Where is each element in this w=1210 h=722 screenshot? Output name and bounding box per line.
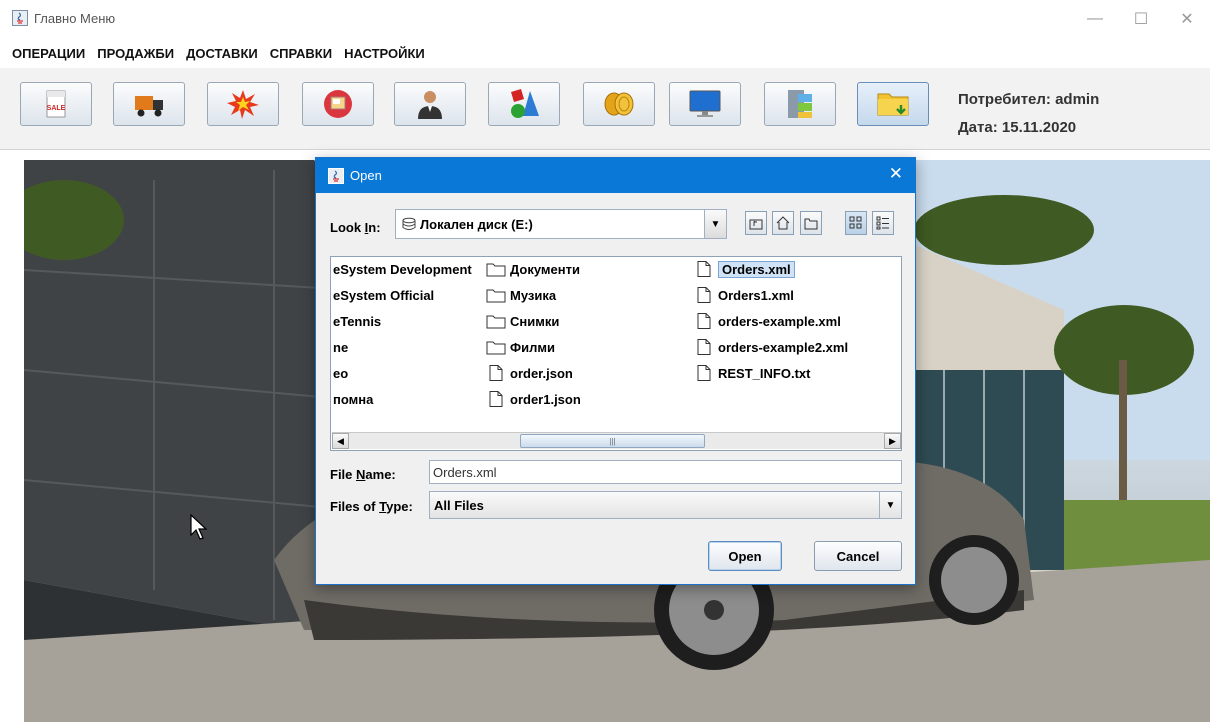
list-view-button[interactable] — [845, 211, 867, 235]
details-view-icon — [876, 216, 889, 230]
toolbar-explosion-button[interactable] — [207, 82, 279, 126]
file-icon — [697, 313, 711, 329]
list-item[interactable]: Orders1.xml — [694, 284, 794, 306]
look-in-value: Локален диск (E:) — [420, 216, 533, 232]
toolbar-monitor-button[interactable] — [669, 82, 741, 126]
toolbar-user-button[interactable] — [394, 82, 466, 126]
file-list[interactable]: eSystem Development eSystem Official eTe… — [330, 256, 902, 451]
list-item[interactable]: eSystem Development — [333, 258, 472, 280]
delivery-truck-icon — [135, 96, 163, 117]
scroll-left-icon[interactable]: ◀ — [332, 433, 349, 449]
list-item[interactable]: orders-example.xml — [694, 310, 841, 332]
list-item[interactable]: Филми — [486, 336, 555, 358]
current-user: Потребител: admin — [958, 91, 1100, 108]
window-title: Главно Меню — [34, 11, 116, 26]
menu-reports[interactable]: СПРАВКИ — [270, 46, 332, 61]
chevron-down-icon[interactable]: ▼ — [879, 492, 901, 518]
list-item[interactable]: eSystem Official — [333, 284, 434, 306]
chevron-down-icon[interactable]: ▼ — [704, 210, 726, 238]
files-of-type-label: Files of Type: — [330, 499, 413, 514]
horizontal-scrollbar[interactable]: ◀ ||| ▶ — [332, 432, 901, 449]
scroll-right-icon[interactable]: ▶ — [884, 433, 901, 449]
folder-icon — [486, 341, 506, 355]
list-item[interactable]: Документи — [486, 258, 580, 280]
list-view-icon — [849, 216, 862, 229]
folder-icon — [486, 289, 506, 303]
list-item[interactable]: order1.json — [486, 388, 581, 410]
svg-text:SALE: SALE — [47, 105, 66, 112]
menu-settings[interactable]: НАСТРОЙКИ — [344, 46, 425, 61]
file-cabinet-icon — [788, 90, 812, 118]
files-of-type-value: All Files — [434, 497, 484, 513]
coins-icon — [604, 92, 634, 116]
file-icon — [489, 391, 503, 407]
close-button[interactable]: ✕ — [1164, 0, 1210, 38]
java-app-icon — [12, 10, 28, 26]
list-item-selected[interactable]: Orders.xml — [694, 258, 795, 280]
file-icon — [697, 287, 711, 303]
toolbar-sale-button[interactable]: SALE — [20, 82, 92, 126]
user-person-icon — [418, 91, 442, 119]
current-date: Дата: 15.11.2020 — [958, 119, 1077, 136]
toolbar-delivery-button[interactable] — [113, 82, 185, 126]
sale-tag-icon: SALE — [46, 90, 66, 118]
shapes-icon — [511, 89, 539, 118]
file-icon — [697, 365, 711, 381]
maximize-button[interactable]: ☐ — [1118, 0, 1164, 38]
folder-icon — [486, 315, 506, 329]
menu-sales[interactable]: ПРОДАЖБИ — [97, 46, 174, 61]
file-icon — [489, 365, 503, 381]
list-item[interactable]: Снимки — [486, 310, 559, 332]
document-folder-icon — [324, 90, 352, 118]
scroll-thumb[interactable]: ||| — [520, 434, 705, 448]
mouse-cursor-icon — [190, 514, 208, 540]
toolbar-cabinet-button[interactable] — [764, 82, 836, 126]
menu-operations[interactable]: ОПЕРАЦИИ — [12, 46, 85, 61]
up-one-level-icon — [749, 219, 763, 230]
dialog-title: Open — [350, 168, 382, 183]
new-folder-icon — [804, 218, 818, 230]
up-one-level-button[interactable] — [745, 211, 767, 235]
file-icon — [697, 339, 711, 355]
toolbar-coins-button[interactable] — [583, 82, 655, 126]
java-app-icon — [328, 168, 344, 184]
home-icon — [776, 216, 790, 230]
file-icon — [697, 261, 711, 277]
window-titlebar: Главно Меню — ☐ ✕ — [0, 0, 1210, 38]
list-item[interactable]: Музика — [486, 284, 556, 306]
toolbar-documents-button[interactable] — [302, 82, 374, 126]
list-item[interactable]: orders-example2.xml — [694, 336, 848, 358]
user-info: Потребител: admin Дата: 15.11.2020 — [958, 86, 1099, 142]
menu-bar: ОПЕРАЦИИ ПРОДАЖБИ ДОСТАВКИ СПРАВКИ НАСТР… — [0, 38, 1210, 68]
look-in-label: Look In: — [330, 220, 381, 235]
dialog-close-button[interactable]: ✕ — [889, 164, 903, 184]
folder-icon — [486, 263, 506, 277]
files-of-type-dropdown[interactable]: All Files ▼ — [429, 491, 902, 519]
list-item[interactable]: eTennis — [333, 310, 381, 332]
cancel-button[interactable]: Cancel — [814, 541, 902, 571]
list-item[interactable]: order.json — [486, 362, 573, 384]
look-in-dropdown[interactable]: Локален диск (E:) ▼ — [395, 209, 727, 239]
open-button[interactable]: Open — [708, 541, 782, 571]
monitor-icon — [689, 90, 721, 117]
open-file-dialog: Open ✕ Look In: Локален диск (E:) ▼ eSys… — [315, 157, 916, 585]
minimize-button[interactable]: — — [1072, 0, 1118, 38]
menu-deliveries[interactable]: ДОСТАВКИ — [186, 46, 258, 61]
list-item[interactable]: ne — [333, 336, 348, 358]
file-name-input[interactable] — [429, 460, 902, 484]
new-folder-button[interactable] — [800, 211, 822, 235]
folder-download-icon — [877, 93, 909, 116]
disk-drive-icon — [402, 217, 416, 230]
list-item[interactable]: REST_INFO.txt — [694, 362, 810, 384]
details-view-button[interactable] — [872, 211, 894, 235]
explosion-icon — [227, 90, 259, 119]
list-item[interactable]: помна — [333, 388, 373, 410]
list-item[interactable]: eo — [333, 362, 348, 384]
home-button[interactable] — [772, 211, 794, 235]
dialog-titlebar: Open ✕ — [316, 158, 915, 193]
toolbar-shapes-button[interactable] — [488, 82, 560, 126]
toolbar-folder-download-button[interactable] — [857, 82, 929, 126]
file-name-label: File Name: — [330, 467, 396, 482]
